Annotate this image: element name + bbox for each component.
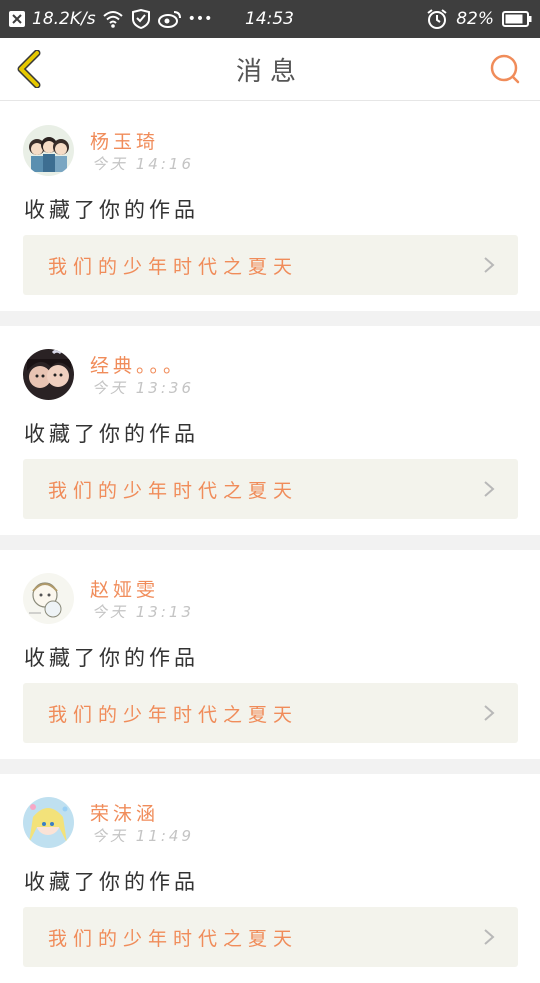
avatar[interactable] bbox=[23, 125, 74, 176]
timestamp: 今天 11:49 bbox=[92, 827, 194, 845]
action-text: 收藏了你的作品 bbox=[24, 870, 199, 894]
search-icon bbox=[490, 54, 520, 84]
message-card: 荣沫涵 今天 11:49 收藏了你的作品 我们的少年时代之夏天 bbox=[0, 774, 540, 983]
alarm-icon bbox=[426, 8, 448, 30]
chevron-right-icon bbox=[484, 481, 495, 497]
divider bbox=[0, 311, 540, 326]
work-title: 我们的少年时代之夏天 bbox=[48, 927, 299, 950]
divider bbox=[0, 535, 540, 550]
message-card: 经典。。。 今天 13:36 收藏了你的作品 我们的少年时代之夏天 bbox=[0, 326, 540, 535]
work-link[interactable]: 我们的少年时代之夏天 bbox=[23, 907, 518, 967]
username[interactable]: 经典。。。 bbox=[90, 351, 186, 378]
action-text: 收藏了你的作品 bbox=[24, 422, 199, 446]
avatar-sketch-icon bbox=[23, 573, 74, 624]
weibo-icon bbox=[157, 10, 182, 28]
timestamp: 今天 13:13 bbox=[92, 603, 194, 621]
search-button[interactable] bbox=[488, 52, 522, 86]
action-text: 收藏了你的作品 bbox=[24, 198, 199, 222]
timestamp: 今天 13:36 bbox=[92, 379, 194, 397]
battery-percent: 82% bbox=[456, 9, 494, 29]
page-title: 消息 bbox=[235, 57, 304, 87]
work-link[interactable]: 我们的少年时代之夏天 bbox=[23, 459, 518, 519]
net-speed: 18.2K/s bbox=[32, 9, 96, 29]
chevron-right-icon bbox=[484, 257, 495, 273]
work-title: 我们的少年时代之夏天 bbox=[48, 703, 299, 726]
chevron-right-icon bbox=[484, 929, 495, 945]
action-text: 收藏了你的作品 bbox=[24, 646, 199, 670]
wifi-icon bbox=[102, 10, 124, 28]
more-indicator: ••• bbox=[187, 11, 213, 27]
battery-icon bbox=[502, 10, 532, 28]
avatar-cartoon-group-icon bbox=[23, 125, 74, 176]
work-link[interactable]: 我们的少年时代之夏天 bbox=[23, 683, 518, 743]
clock: 14:53 bbox=[245, 9, 294, 29]
work-link[interactable]: 我们的少年时代之夏天 bbox=[23, 235, 518, 295]
status-bar: 18.2K/s ••• 14:53 82% bbox=[0, 0, 540, 38]
avatar-photo-icon bbox=[23, 349, 74, 400]
username[interactable]: 杨玉琦 bbox=[90, 127, 159, 154]
work-title: 我们的少年时代之夏天 bbox=[48, 479, 299, 502]
avatar[interactable] bbox=[23, 797, 74, 848]
divider bbox=[0, 759, 540, 774]
message-card: 杨玉琦 今天 14:16 收藏了你的作品 我们的少年时代之夏天 bbox=[0, 102, 540, 311]
avatar[interactable] bbox=[23, 573, 74, 624]
notification-close-icon bbox=[8, 10, 26, 28]
avatar-anime-girl-icon bbox=[23, 797, 74, 848]
username[interactable]: 赵娅雯 bbox=[90, 575, 159, 602]
chevron-right-icon bbox=[484, 705, 495, 721]
work-title: 我们的少年时代之夏天 bbox=[48, 255, 299, 278]
nav-bar: 消息 bbox=[0, 38, 540, 101]
username[interactable]: 荣沫涵 bbox=[90, 799, 159, 826]
message-list: 杨玉琦 今天 14:16 收藏了你的作品 我们的少年时代之夏天 经典。。。 今天… bbox=[0, 102, 540, 983]
avatar[interactable] bbox=[23, 349, 74, 400]
message-card: 赵娅雯 今天 13:13 收藏了你的作品 我们的少年时代之夏天 bbox=[0, 550, 540, 759]
timestamp: 今天 14:16 bbox=[92, 155, 194, 173]
shield-icon bbox=[130, 9, 152, 29]
